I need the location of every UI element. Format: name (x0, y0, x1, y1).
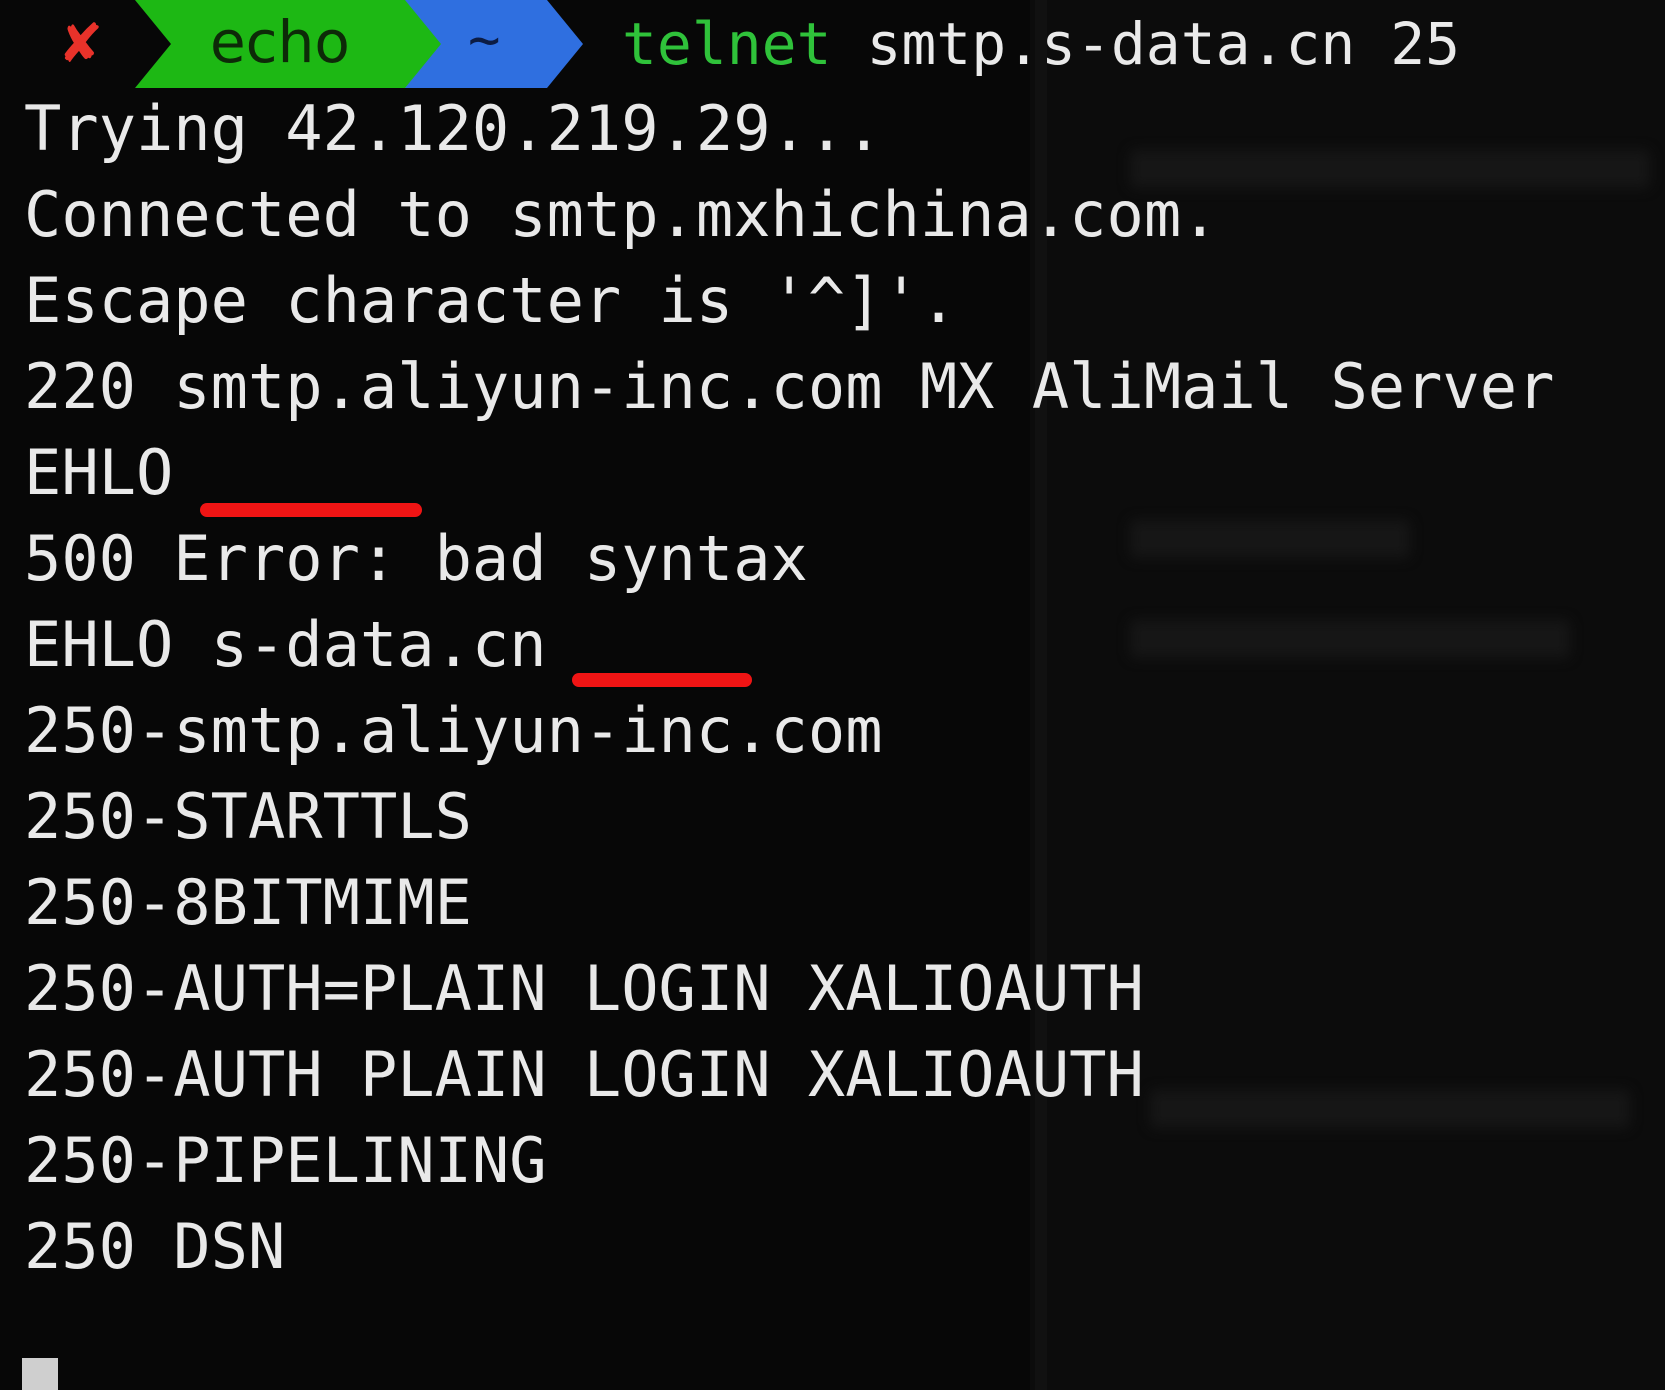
background-ghost-text (1130, 620, 1570, 658)
output-line: 220 smtp.aliyun-inc.com MX AliMail Serve… (24, 350, 1555, 423)
prompt-user: echo (210, 8, 350, 76)
output-line: Trying 42.120.219.29... (24, 92, 883, 165)
background-ghost-text (1150, 1090, 1630, 1128)
output-line: 250-STARTTLS (24, 780, 472, 853)
output-line: 250-AUTH=PLAIN LOGIN XALIOAUTH (24, 952, 1144, 1025)
output-line: 250-smtp.aliyun-inc.com (24, 694, 883, 767)
output-line: 500 Error: bad syntax (24, 522, 808, 595)
terminal-window[interactable]: ✘ echo ~ telnet smtp.s-data.cn 25 Trying… (0, 0, 1665, 1390)
background-ghost-text (1130, 520, 1410, 558)
command-arguments: smtp.s-data.cn 25 (866, 10, 1461, 78)
output-line: EHLO s-data.cn (24, 608, 547, 681)
output-line: 250-PIPELINING (24, 1124, 547, 1197)
command-line[interactable]: telnet smtp.s-data.cn 25 (622, 10, 1460, 78)
output-line: 250-AUTH PLAIN LOGIN XALIOAUTH (24, 1038, 1144, 1111)
x-icon: ✘ (58, 12, 104, 75)
prompt-separator-icon (135, 0, 171, 88)
terminal-cursor (22, 1358, 58, 1390)
red-annotation-underline (200, 503, 422, 517)
output-line: EHLO (24, 436, 174, 509)
command-name: telnet (622, 10, 832, 78)
red-annotation-underline (572, 673, 752, 687)
prompt-directory: ~ (468, 8, 501, 71)
output-line: 250 DSN (24, 1210, 286, 1283)
prompt-separator-icon (547, 0, 583, 88)
output-line: 250-8BITMIME (24, 866, 472, 939)
prompt-separator-icon (405, 0, 441, 88)
output-line: Connected to smtp.mxhichina.com. (24, 178, 1219, 251)
output-line: Escape character is '^]'. (24, 264, 958, 337)
